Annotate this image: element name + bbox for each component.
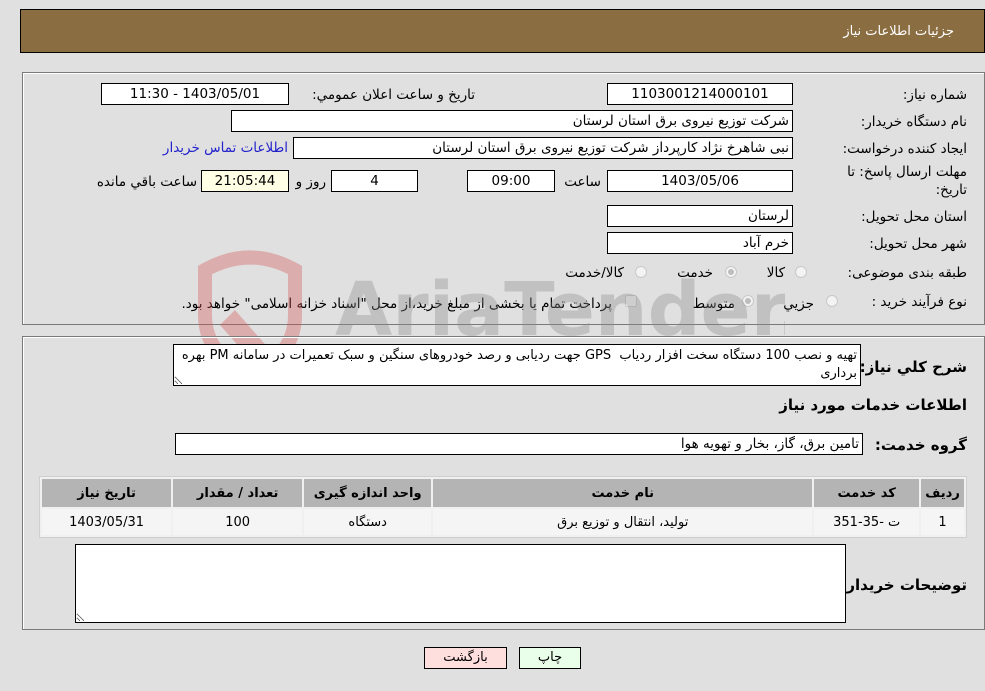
- treasury-checkbox[interactable]: [625, 295, 637, 307]
- buyer-notes-label: توضیحات خریدار:: [840, 576, 967, 594]
- category-option-goods: کالا: [766, 265, 785, 281]
- services-table: ردیف کد خدمت نام خدمت واحد اندازه گیری ت…: [39, 476, 967, 538]
- col-header-quantity: تعداد / مقدار: [173, 479, 303, 507]
- page-title: جزئیات اطلاعات نیاز: [843, 24, 954, 39]
- back-button[interactable]: بازگشت: [424, 647, 507, 669]
- purchase-process-label: نوع فرآیند خرید :: [871, 294, 967, 310]
- print-button[interactable]: چاپ: [519, 647, 581, 669]
- services-heading: اطلاعات خدمات مورد نیاز: [779, 396, 967, 414]
- service-group-field: تامین برق، گاز، بخار و تهویه هوا: [175, 433, 863, 455]
- description-label: شرح کلي نیاز:: [859, 358, 967, 376]
- days-label: روز و: [295, 174, 326, 190]
- process-option-minor: جزيي: [783, 296, 814, 312]
- treasury-note: پرداخت تمام یا بخشی از مبلغ خرید،از محل …: [181, 296, 612, 312]
- col-header-need-date: تاریخ نیاز: [42, 479, 172, 507]
- cell-quantity: 100: [173, 509, 303, 535]
- cell-unit: دستگاه: [304, 509, 432, 535]
- cell-row-number: 1: [921, 509, 964, 535]
- delivery-province-label: استان محل تحویل:: [861, 209, 967, 225]
- category-radio-service[interactable]: [725, 266, 737, 278]
- cell-service-name: تولید، انتقال و توزیع برق: [433, 509, 813, 535]
- need-number-field: 1103001214000101: [607, 83, 793, 105]
- category-radio-goods-service[interactable]: [635, 266, 647, 278]
- category-option-goods-service: کالا/خدمت: [565, 265, 624, 281]
- deadline-label-line1: مهلت ارسال پاسخ: تا: [847, 164, 967, 180]
- cell-service-code: ت -35-351: [814, 509, 920, 535]
- category-label: طبقه بندی موضوعی:: [847, 265, 967, 281]
- process-option-medium: متوسط: [692, 296, 735, 312]
- table-row: 1 ت -35-351 تولید، انتقال و توزیع برق دس…: [42, 509, 964, 535]
- process-radio-medium[interactable]: [742, 295, 754, 307]
- time-remaining-label: ساعت باقي مانده: [96, 174, 197, 190]
- announce-datetime-field: 1403/05/01 - 11:30: [101, 83, 289, 105]
- buyer-contact-link[interactable]: اطلاعات تماس خریدار: [163, 140, 288, 156]
- deadline-time-label: ساعت: [564, 174, 601, 190]
- col-header-service-code: کد خدمت: [814, 479, 920, 507]
- requester-field: نبی شاهرخ نژاد کارپرداز شرکت توزیع نیروی…: [293, 137, 793, 159]
- cell-need-date: 1403/05/31: [42, 509, 172, 535]
- description-textarea[interactable]: تهیه و نصب 100 دستگاه سخت افزار ردیاب GP…: [173, 344, 861, 386]
- delivery-city-field: خرم آباد: [607, 232, 793, 254]
- category-option-service: خدمت: [677, 265, 713, 281]
- buyer-org-field: شرکت توزیع نیروی برق استان لرستان: [231, 110, 793, 132]
- days-remaining-field: 4: [331, 170, 418, 192]
- col-header-unit: واحد اندازه گیری: [304, 479, 432, 507]
- buyer-org-label: نام دستگاه خریدار:: [860, 114, 967, 130]
- page-header: جزئیات اطلاعات نیاز: [20, 9, 985, 53]
- category-radio-goods[interactable]: [795, 266, 807, 278]
- announce-datetime-label: تاریخ و ساعت اعلان عمومي:: [312, 87, 475, 103]
- deadline-time-field: 09:00: [467, 170, 555, 192]
- time-remaining-field: 21:05:44: [201, 170, 289, 192]
- deadline-date-field: 1403/05/06: [607, 170, 793, 192]
- deadline-label-line2: تاریخ:: [935, 182, 967, 198]
- process-radio-minor[interactable]: [826, 295, 838, 307]
- need-number-label: شماره نیاز:: [902, 87, 967, 103]
- col-header-service-name: نام خدمت: [433, 479, 813, 507]
- requester-label: ایجاد کننده درخواست:: [842, 141, 967, 157]
- col-header-row-number: ردیف: [921, 479, 964, 507]
- service-group-label: گروه خدمت:: [874, 436, 967, 454]
- delivery-city-label: شهر محل تحویل:: [869, 236, 967, 252]
- buyer-notes-textarea[interactable]: [75, 544, 846, 623]
- table-header-row: ردیف کد خدمت نام خدمت واحد اندازه گیری ت…: [42, 479, 964, 507]
- delivery-province-field: لرستان: [607, 205, 793, 227]
